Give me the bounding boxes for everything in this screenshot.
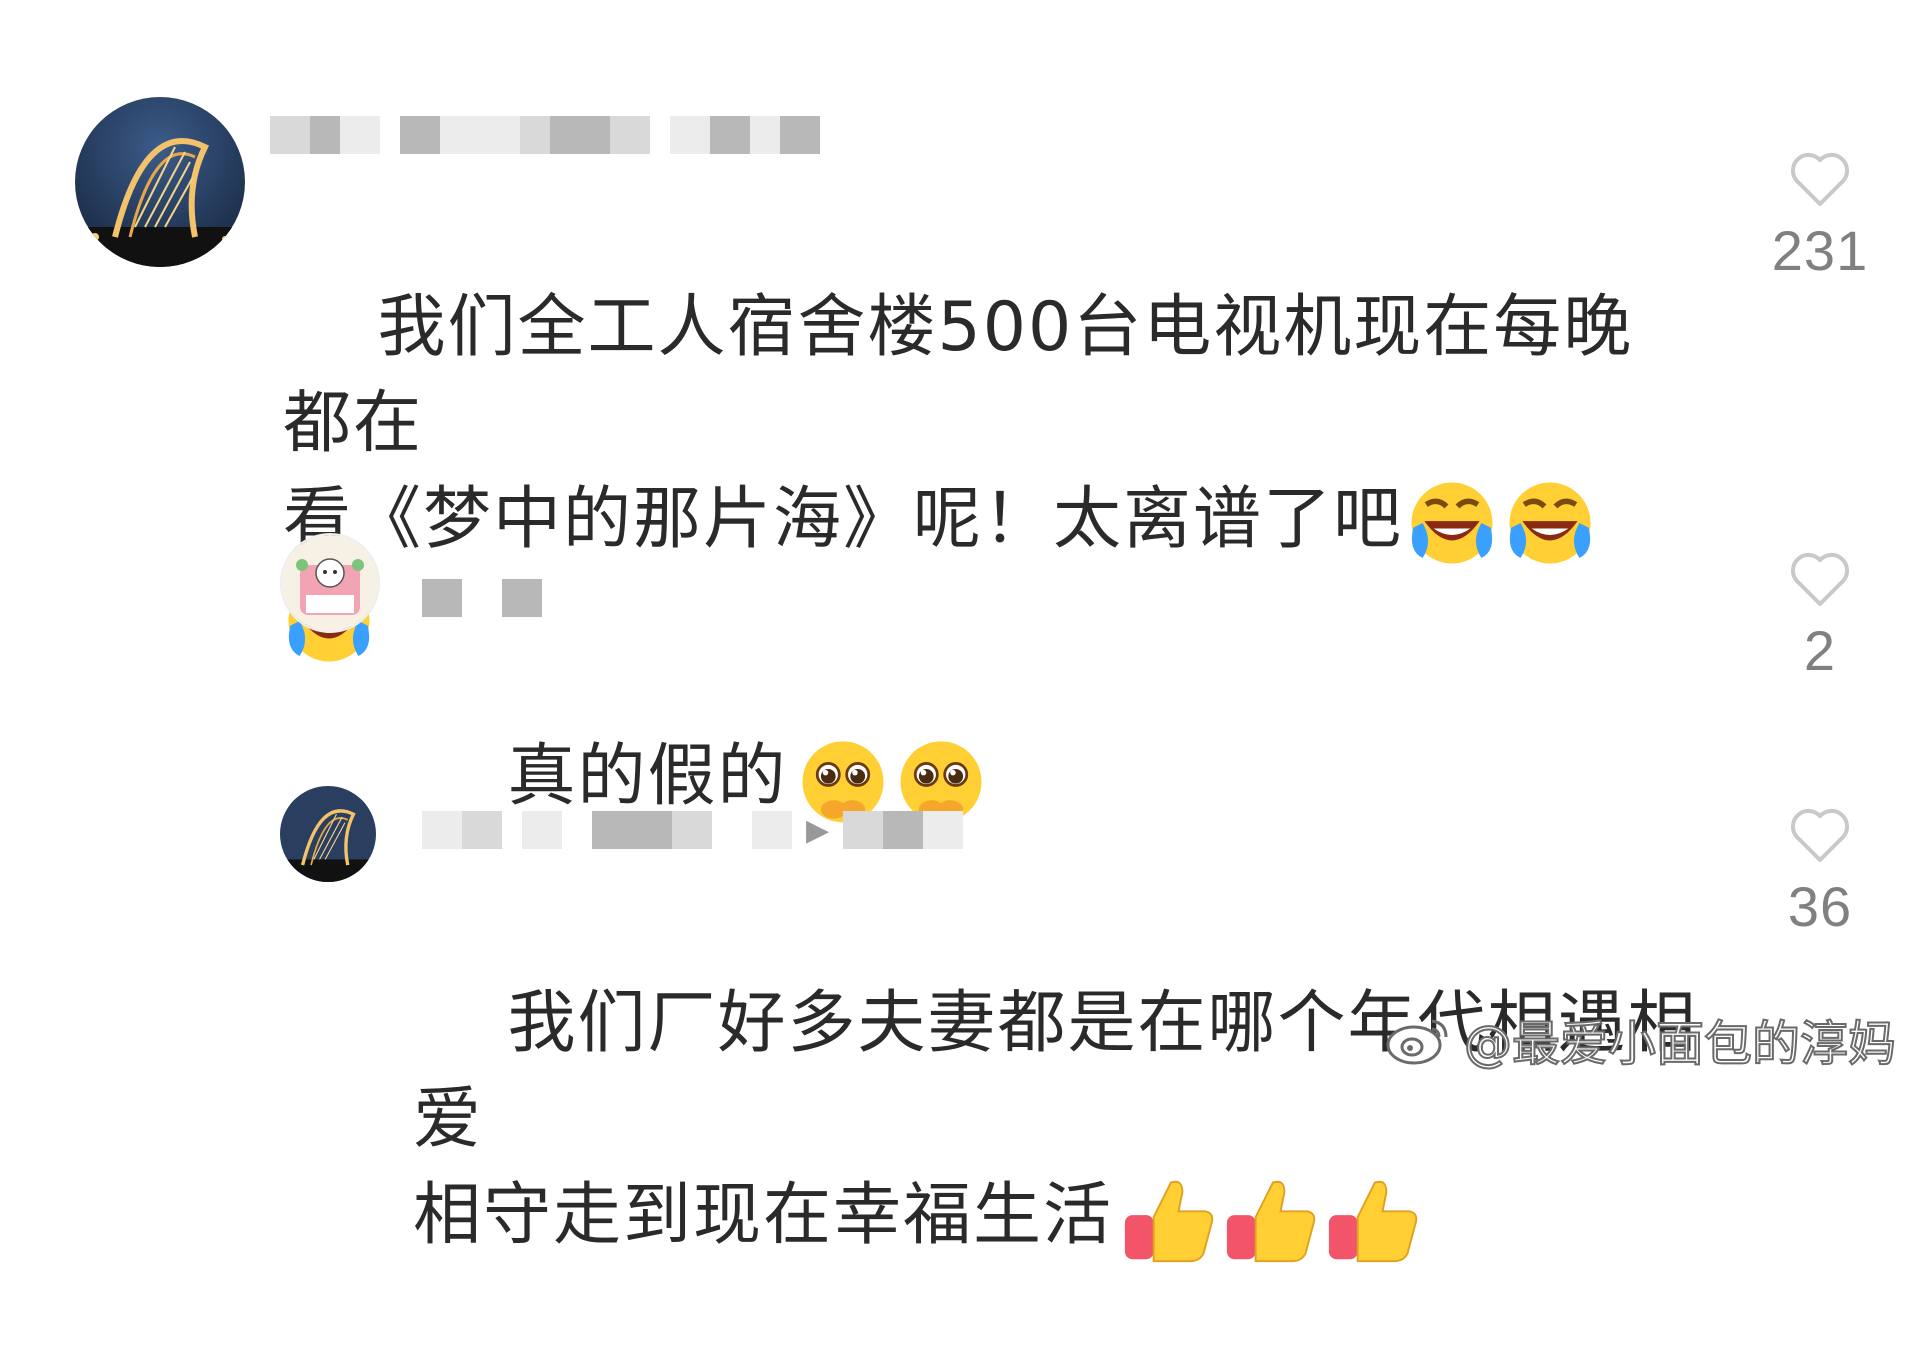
heart-outline-icon[interactable]	[1789, 150, 1851, 208]
weibo-logo-icon	[1386, 1019, 1448, 1065]
username-redacted[interactable]	[422, 578, 542, 618]
avatar[interactable]	[75, 97, 245, 267]
thumbs-up-emoji	[1325, 1173, 1421, 1265]
like-button[interactable]: 2	[1750, 550, 1890, 683]
laughing-crying-emoji	[1406, 477, 1498, 569]
laughing-crying-emoji	[1504, 477, 1596, 569]
play-triangle-icon: ▶	[806, 812, 830, 848]
comment-text: 我们厂好多夫妻都是在哪个年代相遇相爱 相守走到现在幸福生活	[413, 880, 1743, 1361]
watermark-text: @最爱小面包的淳妈	[1463, 1015, 1897, 1073]
watermark: @最爱小面包的淳妈	[1384, 1004, 1897, 1074]
like-button[interactable]: 231	[1750, 150, 1890, 283]
heart-outline-icon[interactable]	[1789, 550, 1851, 608]
thumbs-up-emoji	[1121, 1173, 1217, 1265]
thumbs-up-emoji	[1223, 1173, 1319, 1265]
heart-outline-icon[interactable]	[1789, 806, 1851, 864]
username-redacted[interactable]: ▶	[422, 810, 964, 850]
like-count: 36	[1787, 875, 1853, 938]
like-count: 231	[1771, 219, 1869, 282]
like-count: 2	[1803, 619, 1837, 682]
username-redacted[interactable]	[270, 115, 820, 155]
avatar[interactable]	[280, 533, 380, 633]
like-button[interactable]: 36	[1750, 806, 1890, 939]
avatar[interactable]	[280, 786, 376, 882]
